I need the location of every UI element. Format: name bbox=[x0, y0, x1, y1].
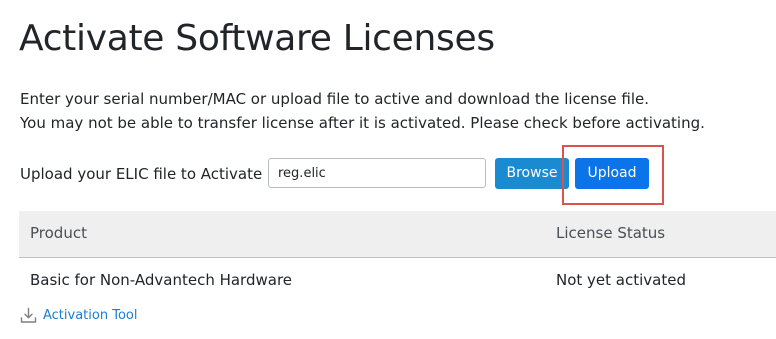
browse-button[interactable]: Browse bbox=[495, 158, 569, 189]
license-table: Product License Status Basic for Non-Adv… bbox=[19, 211, 776, 304]
intro-line-1: Enter your serial number/MAC or upload f… bbox=[20, 90, 649, 108]
license-status-cell: Not yet activated bbox=[556, 271, 686, 289]
page-title: Activate Software Licenses bbox=[19, 18, 495, 59]
intro-text: Enter your serial number/MAC or upload f… bbox=[20, 87, 705, 135]
column-header-license-status: License Status bbox=[556, 224, 666, 242]
download-icon bbox=[20, 307, 37, 323]
upload-label: Upload your ELIC file to Activate bbox=[20, 165, 263, 183]
upload-button[interactable]: Upload bbox=[575, 158, 649, 189]
activation-tool-label: Activation Tool bbox=[43, 307, 138, 323]
table-row: Basic for Non-Advantech Hardware Not yet… bbox=[19, 258, 776, 304]
intro-line-2: You may not be able to transfer license … bbox=[20, 114, 705, 132]
product-cell: Basic for Non-Advantech Hardware bbox=[30, 271, 293, 289]
table-header: Product License Status bbox=[19, 211, 776, 258]
upload-row: Upload your ELIC file to Activate Browse… bbox=[20, 158, 680, 190]
column-header-product: Product bbox=[30, 224, 87, 242]
activation-tool-link[interactable]: Activation Tool bbox=[20, 305, 137, 325]
file-name-input[interactable] bbox=[268, 158, 486, 188]
